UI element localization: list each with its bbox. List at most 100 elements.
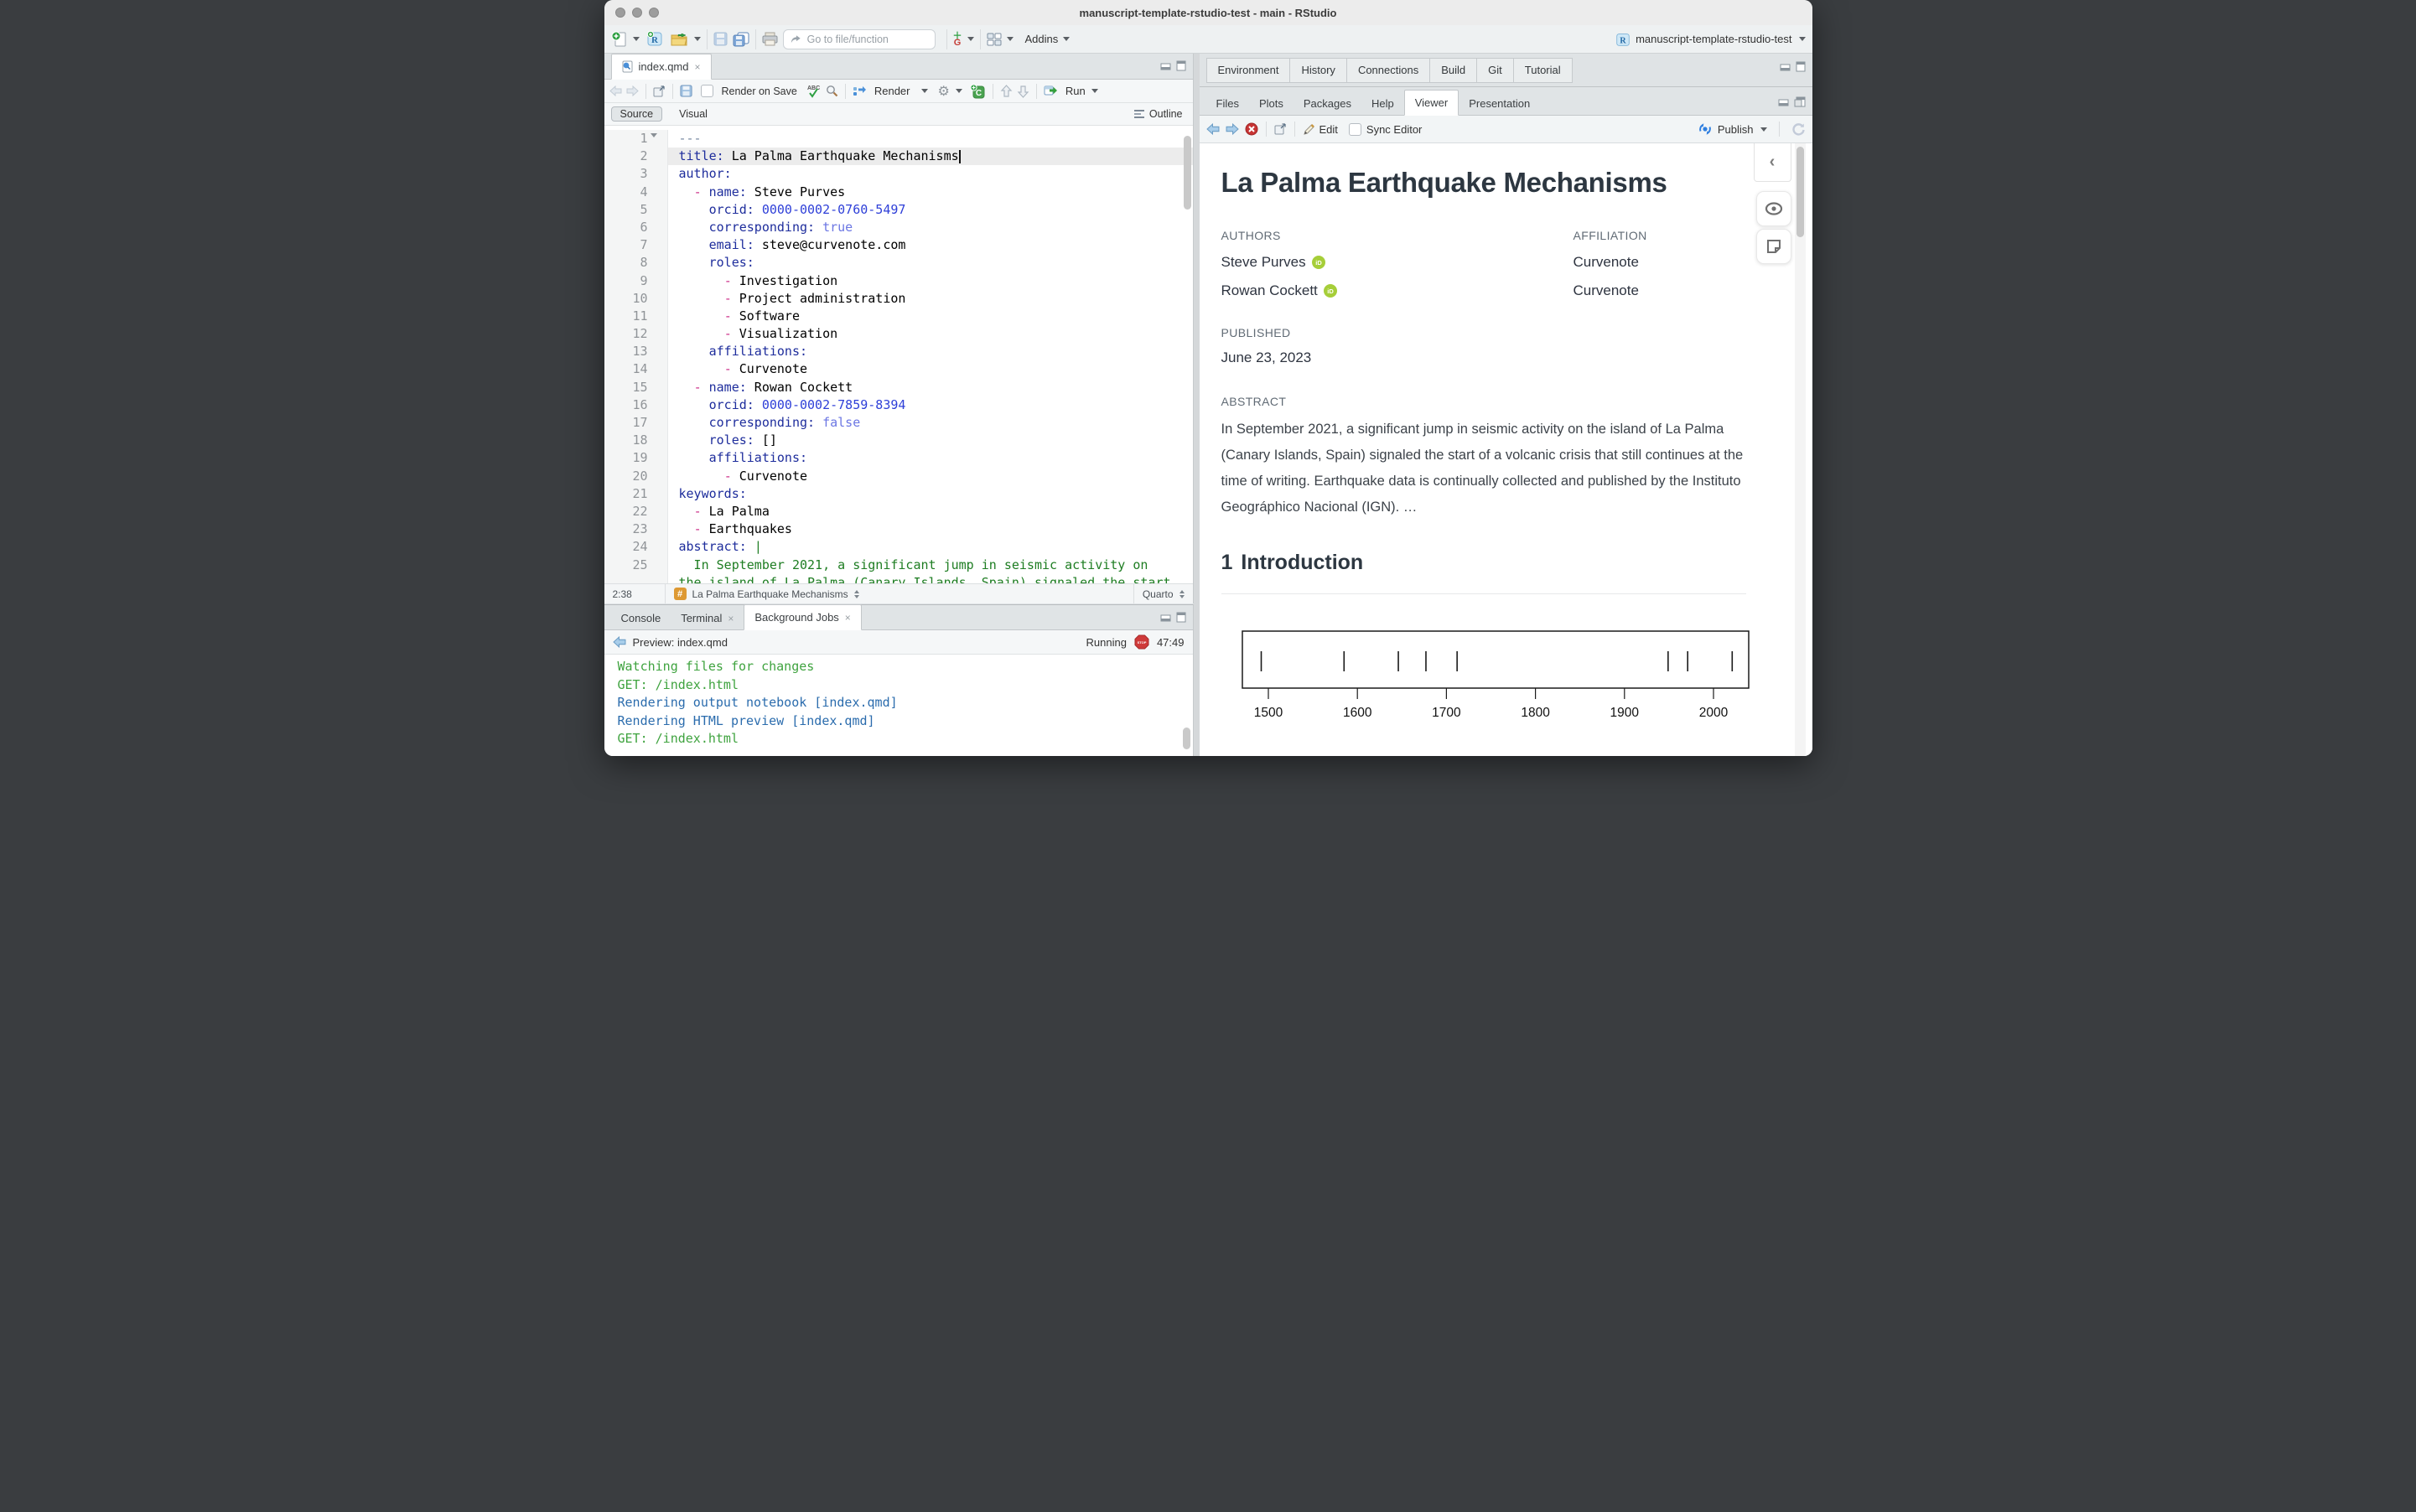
go-down-icon[interactable] bbox=[1017, 85, 1029, 98]
gear-icon[interactable]: ⚙ bbox=[937, 83, 949, 100]
tab-git[interactable]: Git bbox=[1476, 58, 1514, 83]
doc-format-selector[interactable]: Quarto bbox=[1134, 584, 1193, 603]
new-project-button[interactable]: R bbox=[646, 30, 664, 48]
open-file-button[interactable] bbox=[671, 32, 701, 47]
minimize-pane-icon[interactable] bbox=[1160, 613, 1171, 622]
annotations-button[interactable] bbox=[1756, 229, 1791, 264]
code-line[interactable]: 23 - Earthquakes bbox=[604, 520, 1193, 538]
close-window-button[interactable] bbox=[615, 8, 625, 18]
goto-file-input[interactable] bbox=[806, 33, 928, 46]
popout-icon[interactable] bbox=[653, 85, 666, 97]
code-line[interactable]: 1--- bbox=[604, 130, 1193, 148]
code-line[interactable]: 4 - name: Steve Purves bbox=[604, 184, 1193, 201]
traffic-lights[interactable] bbox=[615, 8, 659, 18]
tab-connections[interactable]: Connections bbox=[1346, 58, 1430, 83]
close-tab-icon[interactable]: × bbox=[845, 612, 851, 624]
tab-console[interactable]: Console bbox=[611, 607, 671, 629]
code-line[interactable]: 15 - name: Rowan Cockett bbox=[604, 379, 1193, 396]
code-line[interactable]: 20 - Curvenote bbox=[604, 468, 1193, 485]
run-caret[interactable] bbox=[1091, 89, 1098, 93]
tab-files[interactable]: Files bbox=[1206, 92, 1249, 115]
code-line[interactable]: the island of La Palma (Canary Islands, … bbox=[604, 574, 1193, 583]
forward-icon[interactable] bbox=[626, 85, 639, 96]
run-button[interactable]: Run bbox=[1044, 85, 1098, 97]
tab-terminal[interactable]: Terminal× bbox=[671, 607, 744, 629]
minimize-pane-icon[interactable] bbox=[1780, 62, 1791, 71]
render-on-save-toggle[interactable]: Render on Save bbox=[701, 85, 797, 97]
code-line[interactable]: 3author: bbox=[604, 165, 1193, 183]
code-line[interactable]: 25 In September 2021, a significant jump… bbox=[604, 557, 1193, 574]
search-icon[interactable] bbox=[826, 85, 838, 97]
maximize-pane-icon[interactable] bbox=[1796, 61, 1806, 72]
panes-layout-caret[interactable] bbox=[1007, 37, 1014, 41]
code-line[interactable]: 24abstract: | bbox=[604, 538, 1193, 556]
stop-job-icon[interactable]: STOP bbox=[1134, 634, 1149, 650]
new-file-caret[interactable] bbox=[633, 37, 640, 41]
edit-button[interactable]: Edit bbox=[1303, 123, 1338, 136]
code-line[interactable]: 11 - Software bbox=[604, 308, 1193, 325]
tab-source-mode[interactable]: Source bbox=[611, 106, 663, 122]
clear-viewer-icon[interactable] bbox=[1245, 122, 1258, 136]
console-scrollbar[interactable] bbox=[1183, 728, 1190, 749]
close-tab-icon[interactable]: × bbox=[728, 613, 734, 624]
editor-scrollbar[interactable] bbox=[1184, 136, 1191, 210]
code-line[interactable]: 7 email: steve@curvenote.com bbox=[604, 236, 1193, 254]
goto-file-search[interactable] bbox=[783, 29, 936, 49]
minimize-window-button[interactable] bbox=[632, 8, 642, 18]
maximize-pane-icon[interactable] bbox=[1176, 612, 1186, 623]
open-file-caret[interactable] bbox=[694, 37, 701, 41]
minimize-pane-icon[interactable] bbox=[1778, 97, 1789, 106]
panes-layout-button[interactable] bbox=[987, 33, 1014, 46]
preview-visibility-button[interactable] bbox=[1756, 191, 1791, 226]
pane-divider[interactable] bbox=[1194, 54, 1200, 756]
outline-button[interactable]: Outline bbox=[1134, 108, 1183, 120]
insert-chunk-icon[interactable]: C bbox=[970, 84, 986, 99]
code-line[interactable]: 2title: La Palma Earthquake Mechanisms bbox=[604, 148, 1193, 165]
refresh-icon[interactable] bbox=[1791, 122, 1806, 137]
viewer-scrollbar-thumb[interactable] bbox=[1796, 147, 1804, 237]
code-line[interactable]: 13 affiliations: bbox=[604, 343, 1193, 360]
new-file-button[interactable] bbox=[611, 31, 640, 48]
code-line[interactable]: 5 orcid: 0000-0002-0760-5497 bbox=[604, 201, 1193, 219]
sync-editor-toggle[interactable]: Sync Editor bbox=[1349, 123, 1422, 136]
tab-history[interactable]: History bbox=[1289, 58, 1346, 83]
tab-viewer[interactable]: Viewer bbox=[1404, 90, 1459, 116]
orcid-icon[interactable]: iD bbox=[1312, 256, 1325, 269]
tab-help[interactable]: Help bbox=[1361, 92, 1404, 115]
code-line[interactable]: 6 corresponding: true bbox=[604, 219, 1193, 236]
save-all-button[interactable] bbox=[733, 32, 749, 47]
code-line[interactable]: 10 - Project administration bbox=[604, 290, 1193, 308]
version-control-caret[interactable] bbox=[967, 37, 974, 41]
tab-build[interactable]: Build bbox=[1429, 58, 1477, 83]
maximize-pane-icon[interactable] bbox=[1176, 60, 1186, 71]
zoom-window-button[interactable] bbox=[649, 8, 659, 18]
tab-visual-mode[interactable]: Visual bbox=[671, 107, 716, 121]
fold-arrow-icon[interactable] bbox=[651, 133, 657, 137]
code-line[interactable]: 22 - La Palma bbox=[604, 503, 1193, 520]
job-back-icon[interactable] bbox=[613, 636, 626, 648]
project-menu-button[interactable]: R manuscript-template-rstudio-test bbox=[1615, 32, 1805, 47]
section-navigator[interactable]: # La Palma Earthquake Mechanisms bbox=[666, 584, 1133, 603]
close-tab-icon[interactable]: × bbox=[694, 61, 700, 73]
tab-tutorial[interactable]: Tutorial bbox=[1513, 58, 1573, 83]
tab-index-qmd[interactable]: index.qmd × bbox=[611, 54, 712, 80]
publish-button[interactable]: Publish bbox=[1698, 122, 1767, 136]
render-on-save-checkbox[interactable] bbox=[701, 85, 713, 97]
sync-editor-checkbox[interactable] bbox=[1349, 123, 1361, 136]
code-line[interactable]: 14 - Curvenote bbox=[604, 360, 1193, 378]
restore-pane-icon[interactable] bbox=[1794, 96, 1806, 107]
go-up-icon[interactable] bbox=[1000, 85, 1013, 98]
viewer-forward-icon[interactable] bbox=[1226, 123, 1239, 135]
gear-caret[interactable] bbox=[956, 89, 962, 93]
tab-environment[interactable]: Environment bbox=[1206, 58, 1291, 83]
code-line[interactable]: 17 corresponding: false bbox=[604, 414, 1193, 432]
spellcheck-icon[interactable]: ABC bbox=[806, 84, 822, 98]
addins-button[interactable]: Addins bbox=[1022, 33, 1071, 45]
code-line[interactable]: 16 orcid: 0000-0002-7859-8394 bbox=[604, 396, 1193, 414]
project-caret[interactable] bbox=[1799, 37, 1806, 41]
minimize-pane-icon[interactable] bbox=[1160, 61, 1171, 70]
code-line[interactable]: 8 roles: bbox=[604, 254, 1193, 272]
job-output[interactable]: Watching files for changesGET: /index.ht… bbox=[604, 655, 1193, 756]
viewer-popout-icon[interactable] bbox=[1274, 123, 1287, 135]
print-button[interactable] bbox=[762, 32, 778, 46]
